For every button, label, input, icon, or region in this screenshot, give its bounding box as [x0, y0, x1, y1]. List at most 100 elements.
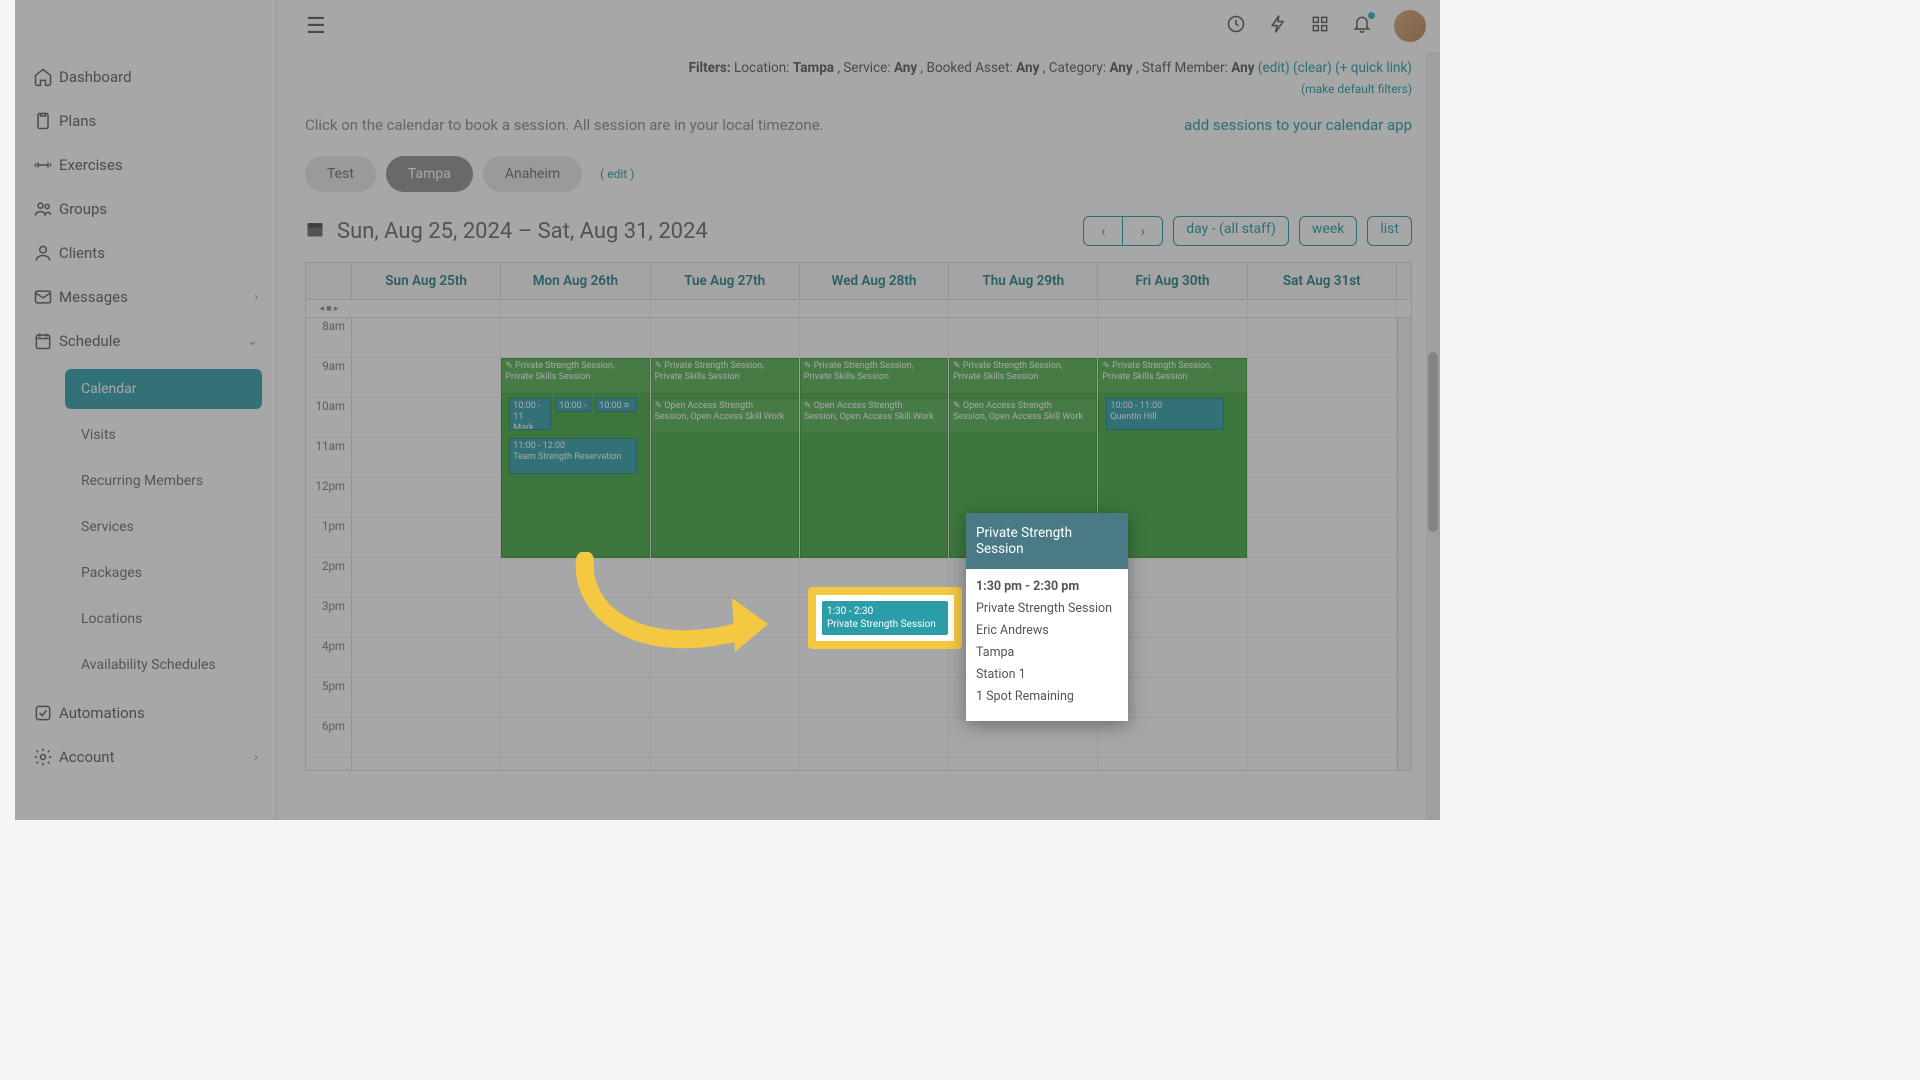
view-list-button[interactable]: list	[1367, 216, 1412, 246]
cal-scrollbar[interactable]	[1397, 318, 1411, 770]
check-icon	[33, 703, 59, 723]
calendar-body[interactable]: 8am 9am 10am 11am 12pm 1pm 2pm 3pm 4pm 5…	[306, 318, 1411, 770]
sub-recurring[interactable]: Recurring Members	[65, 461, 262, 501]
sub-calendar[interactable]: Calendar	[65, 369, 262, 409]
day-header[interactable]: Fri Aug 30th	[1098, 263, 1247, 299]
filters-edit-link[interactable]: (edit)	[1258, 60, 1290, 76]
day-header[interactable]: Sat Aug 31st	[1248, 263, 1397, 299]
calendar-event[interactable]: ✎ Private Strength Session,Private Skill…	[949, 358, 1097, 394]
tooltip-service: Private Strength Session	[976, 601, 1118, 616]
calendar-header: Sun Aug 25th Mon Aug 26th Tue Aug 27th W…	[306, 263, 1411, 300]
tooltip-time: 1:30 pm - 2:30 pm	[976, 579, 1118, 594]
nav-account[interactable]: Account ›	[15, 735, 276, 779]
day-col-wed[interactable]: ✎ Private Strength Session,Private Skill…	[800, 318, 949, 770]
tooltip-spots: 1 Spot Remaining	[976, 689, 1118, 704]
calendar-event[interactable]: ✎ Open Access StrengthSession, Open Acce…	[651, 398, 799, 434]
calendar-event[interactable]: ✎ Private Strength Session,Private Skill…	[1098, 358, 1246, 394]
calendar-event[interactable]: 11:00 - 12:00Team Strength Reservation	[509, 438, 637, 474]
view-day-button[interactable]: day - (all staff)	[1173, 216, 1289, 246]
clipboard-icon	[33, 111, 59, 131]
date-row: Sun, Aug 25, 2024 – Sat, Aug 31, 2024 ‹ …	[305, 216, 1412, 246]
instruction-text: Click on the calendar to book a session.…	[305, 116, 824, 134]
sub-locations[interactable]: Locations	[65, 599, 262, 639]
scrollbar-thumb[interactable]	[1428, 352, 1438, 532]
calendar-event[interactable]: ✎ Open Access StrengthSession, Open Acce…	[949, 398, 1097, 434]
filters-clear-link[interactable]: (clear)	[1293, 60, 1332, 76]
day-col-sun[interactable]	[352, 318, 501, 770]
nav-schedule[interactable]: Schedule ⌄	[15, 319, 276, 363]
filters-prefix: Filters:	[689, 60, 731, 76]
loc-tab-test[interactable]: Test	[305, 156, 376, 192]
calendar-event[interactable]: ✎ Private Strength Session,Private Skill…	[800, 358, 948, 394]
nav-label: Exercises	[59, 156, 123, 174]
allday-nav[interactable]: ◂ ■ ▸	[306, 300, 352, 317]
sub-availability[interactable]: Availability Schedules	[65, 645, 262, 685]
highlighted-event[interactable]: 1:30 - 2:30 Private Strength Session	[808, 587, 962, 649]
nav-label: Messages	[59, 288, 128, 306]
chevron-right-icon: ›	[254, 290, 258, 305]
nav-label: Account	[59, 748, 115, 766]
date-left: Sun, Aug 25, 2024 – Sat, Aug 31, 2024	[305, 219, 708, 244]
filters-quicklink[interactable]: (+ quick link)	[1335, 60, 1412, 76]
day-col-tue[interactable]: ✎ Private Strength Session,Private Skill…	[651, 318, 800, 770]
nav-messages[interactable]: Messages ›	[15, 275, 276, 319]
instruction-row: Click on the calendar to book a session.…	[305, 116, 1412, 134]
calendar-event[interactable]: 10:00 - 11:00Quentin Hill	[1106, 398, 1224, 430]
page-scrollbar[interactable]	[1426, 52, 1440, 820]
nav-label: Plans	[59, 112, 96, 130]
make-default-link[interactable]: (make default filters)	[1301, 82, 1412, 96]
day-header[interactable]: Thu Aug 29th	[949, 263, 1098, 299]
tooltip-header: Private Strength Session	[966, 513, 1128, 569]
calendar: Sun Aug 25th Mon Aug 26th Tue Aug 27th W…	[305, 262, 1412, 771]
calendar-event[interactable]: ✎ Private Strength Session,Private Skill…	[651, 358, 799, 394]
filters-line: Filters: Location: Tampa , Service: Any …	[305, 60, 1412, 76]
calendar-range-icon	[305, 219, 325, 244]
nav-arrows: ‹ ›	[1083, 216, 1163, 246]
loc-edit-link[interactable]: ( edit )	[600, 167, 634, 181]
people-icon	[33, 199, 59, 219]
day-header[interactable]: Tue Aug 27th	[651, 263, 800, 299]
tooltip-location: Tampa	[976, 645, 1118, 660]
calendar-event[interactable]: ✎ Open Access StrengthSession, Open Acce…	[800, 398, 948, 434]
hl-title: Private Strength Session	[827, 618, 943, 631]
make-default-row: (make default filters)	[305, 82, 1412, 96]
day-header[interactable]: Wed Aug 28th	[800, 263, 949, 299]
calendar-event[interactable]: 10:00 -	[555, 398, 591, 412]
calendar-event[interactable]: 10:00 - 11Mark Gee	[509, 398, 551, 430]
app-frame: Dashboard Plans Exercises Groups Clients…	[15, 0, 1440, 820]
nav-dashboard[interactable]: Dashboard	[15, 55, 276, 99]
nav-label: Automations	[59, 704, 145, 722]
day-header[interactable]: Mon Aug 26th	[501, 263, 650, 299]
sidebar: Dashboard Plans Exercises Groups Clients…	[15, 0, 277, 820]
hl-time: 1:30 - 2:30	[827, 605, 943, 618]
calendar-event[interactable]: ✎ Private Strength Session,Private Skill…	[501, 358, 649, 394]
nav-automations[interactable]: Automations	[15, 691, 276, 735]
day-header[interactable]: Sun Aug 25th	[352, 263, 501, 299]
view-week-button[interactable]: week	[1299, 216, 1357, 246]
nav-groups[interactable]: Groups	[15, 187, 276, 231]
calendar-event[interactable]: 10:00 ≡	[595, 398, 637, 412]
sub-packages[interactable]: Packages	[65, 553, 262, 593]
highlighted-event-inner[interactable]: 1:30 - 2:30 Private Strength Session	[822, 601, 948, 635]
day-col-mon[interactable]: ✎ Private Strength Session,Private Skill…	[501, 318, 650, 770]
sub-services[interactable]: Services	[65, 507, 262, 547]
schedule-subitems: Calendar Visits Recurring Members Servic…	[15, 369, 276, 685]
main-content: Filters: Location: Tampa , Service: Any …	[277, 0, 1440, 820]
date-range-text: Sun, Aug 25, 2024 – Sat, Aug 31, 2024	[337, 219, 708, 244]
add-sessions-link[interactable]: add sessions to your calendar app	[1184, 116, 1412, 134]
next-button[interactable]: ›	[1123, 216, 1163, 246]
nav-clients[interactable]: Clients	[15, 231, 276, 275]
dumbbell-icon	[33, 155, 59, 175]
nav-plans[interactable]: Plans	[15, 99, 276, 143]
loc-tab-tampa[interactable]: Tampa	[386, 156, 473, 192]
person-icon	[33, 243, 59, 263]
prev-button[interactable]: ‹	[1083, 216, 1123, 246]
time-column: 8am 9am 10am 11am 12pm 1pm 2pm 3pm 4pm 5…	[306, 318, 352, 770]
day-col-sat[interactable]	[1248, 318, 1397, 770]
sub-visits[interactable]: Visits	[65, 415, 262, 455]
mail-icon	[33, 287, 59, 307]
nav-exercises[interactable]: Exercises	[15, 143, 276, 187]
event-tooltip: Private Strength Session 1:30 pm - 2:30 …	[966, 513, 1128, 721]
date-controls: ‹ › day - (all staff) week list	[1083, 216, 1412, 246]
loc-tab-anaheim[interactable]: Anaheim	[483, 156, 582, 192]
